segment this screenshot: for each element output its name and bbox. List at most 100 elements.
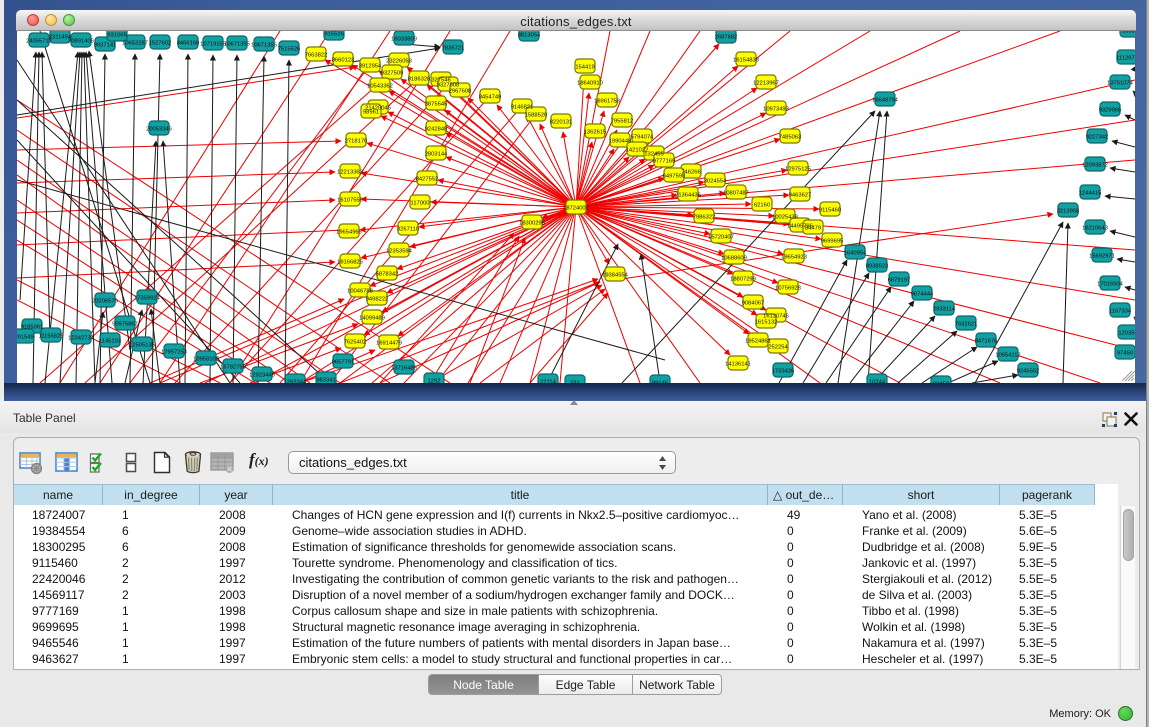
svg-text:1112973: 1112973 xyxy=(1116,56,1135,62)
svg-text:1990448: 1990448 xyxy=(609,139,632,145)
svg-text:3875645: 3875645 xyxy=(425,102,448,108)
svg-text:97450: 97450 xyxy=(1117,351,1133,357)
svg-text:6497598: 6497598 xyxy=(663,174,686,180)
svg-text:6879197: 6879197 xyxy=(888,278,911,284)
svg-text:7632621: 7632621 xyxy=(955,322,978,328)
svg-text:15692971: 15692971 xyxy=(1089,254,1115,260)
svg-text:12975125: 12975125 xyxy=(785,167,811,173)
svg-text:8660123: 8660123 xyxy=(332,58,355,64)
svg-text:1145193: 1145193 xyxy=(99,339,121,345)
svg-text:931065: 931065 xyxy=(107,33,126,39)
svg-text:12505135: 12505135 xyxy=(129,343,155,349)
svg-text:2718170: 2718170 xyxy=(345,139,368,145)
svg-text:90975867: 90975867 xyxy=(112,322,138,328)
svg-text:2967608: 2967608 xyxy=(449,89,472,95)
svg-text:1640954: 1640954 xyxy=(844,251,867,257)
svg-text:10719155: 10719155 xyxy=(200,42,226,48)
svg-text:11156829: 11156829 xyxy=(39,334,64,340)
svg-text:9699695: 9699695 xyxy=(821,239,844,245)
svg-text:84479: 84479 xyxy=(805,226,821,232)
svg-text:16107556: 16107556 xyxy=(337,198,363,204)
svg-text:10671355: 10671355 xyxy=(224,42,250,48)
svg-text:252254: 252254 xyxy=(768,345,788,351)
svg-text:3024554: 3024554 xyxy=(704,179,727,185)
svg-text:12342737: 12342737 xyxy=(68,336,94,342)
svg-text:1588520: 1588520 xyxy=(525,113,548,119)
svg-text:9146821: 9146821 xyxy=(511,105,534,111)
svg-text:3213958: 3213958 xyxy=(1057,209,1080,215)
svg-text:10958107: 10958107 xyxy=(193,357,219,363)
svg-text:14099489: 14099489 xyxy=(359,316,385,322)
svg-text:8220131: 8220131 xyxy=(550,120,573,126)
svg-text:10807487: 10807487 xyxy=(723,191,749,197)
svg-text:10756928: 10756928 xyxy=(775,286,801,292)
svg-text:20891406: 20891406 xyxy=(68,39,94,45)
svg-text:9227342: 9227342 xyxy=(1086,135,1109,141)
svg-text:9329966: 9329966 xyxy=(1099,108,1122,114)
svg-text:154419: 154419 xyxy=(575,65,594,71)
svg-text:9463627: 9463627 xyxy=(789,193,812,199)
svg-text:7986322: 7986322 xyxy=(693,215,716,221)
svg-text:9242848: 9242848 xyxy=(425,127,448,133)
svg-text:915526: 915526 xyxy=(324,32,343,38)
svg-text:9777169: 9777169 xyxy=(653,159,676,165)
svg-text:2311494: 2311494 xyxy=(49,35,72,41)
svg-text:12093872: 12093872 xyxy=(1082,163,1108,169)
svg-text:16687: 16687 xyxy=(1122,31,1135,35)
svg-text:20206576: 20206576 xyxy=(92,299,118,305)
svg-text:117000: 117000 xyxy=(411,201,430,207)
svg-text:19654965: 19654965 xyxy=(336,230,362,236)
svg-text:13751074: 13751074 xyxy=(1107,81,1134,87)
svg-text:16914479: 16914479 xyxy=(376,341,402,347)
svg-text:7515526: 7515526 xyxy=(278,47,301,53)
svg-text:62160: 62160 xyxy=(754,203,770,209)
svg-text:19524861: 19524861 xyxy=(745,339,771,345)
svg-text:7485063: 7485063 xyxy=(779,135,802,141)
svg-text:98961: 98961 xyxy=(363,110,379,116)
svg-text:1362615: 1362615 xyxy=(584,130,607,136)
svg-text:16782759: 16782759 xyxy=(220,365,246,371)
svg-text:12213363: 12213363 xyxy=(337,170,363,176)
svg-text:5878342: 5878342 xyxy=(376,272,399,278)
svg-text:10654112: 10654112 xyxy=(995,353,1020,359)
svg-text:8813054: 8813054 xyxy=(518,33,541,39)
svg-text:20053346: 20053346 xyxy=(146,127,172,133)
svg-text:391549: 391549 xyxy=(17,335,34,341)
svg-text:13716485: 13716485 xyxy=(391,366,417,372)
svg-text:9937141: 9937141 xyxy=(94,43,117,49)
svg-text:8466160: 8466160 xyxy=(177,41,200,47)
svg-text:16648794: 16648794 xyxy=(872,98,899,104)
svg-text:15720407: 15720407 xyxy=(708,235,734,241)
svg-text:5794074: 5794074 xyxy=(631,135,654,141)
svg-text:10973493: 10973493 xyxy=(763,107,789,113)
svg-text:10671355: 10671355 xyxy=(251,43,277,49)
svg-text:18640910: 18640910 xyxy=(577,81,603,87)
svg-text:16154838: 16154838 xyxy=(733,58,759,64)
svg-text:10025438: 10025438 xyxy=(772,215,798,221)
svg-text:23226058: 23226058 xyxy=(386,59,412,65)
svg-text:7663822: 7663822 xyxy=(305,53,328,59)
svg-text:9185061: 9185061 xyxy=(21,325,44,331)
svg-text:1527602: 1527602 xyxy=(149,41,172,47)
svg-text:17359924: 17359924 xyxy=(134,296,161,302)
svg-text:132455: 132455 xyxy=(644,152,663,158)
svg-text:3267110: 3267110 xyxy=(397,227,419,233)
svg-text:9498222: 9498222 xyxy=(366,297,389,303)
svg-text:7835721: 7835721 xyxy=(442,46,465,52)
svg-text:1167334: 1167334 xyxy=(1109,309,1132,315)
svg-text:1733426: 1733426 xyxy=(772,369,795,375)
svg-text:3912954: 3912954 xyxy=(359,64,382,70)
svg-text:9674444: 9674444 xyxy=(911,292,934,298)
svg-text:10046788: 10046788 xyxy=(347,289,373,295)
svg-text:18724007: 18724007 xyxy=(563,206,589,212)
svg-text:8454749: 8454749 xyxy=(479,95,502,101)
svg-text:19654923: 19654923 xyxy=(781,255,807,261)
svg-text:19384554: 19384554 xyxy=(602,273,629,279)
svg-text:17016504: 17016504 xyxy=(1097,282,1124,288)
svg-text:19166825: 19166825 xyxy=(337,260,363,266)
svg-text:8427552: 8427552 xyxy=(416,177,439,183)
svg-text:12353594: 12353594 xyxy=(386,249,413,255)
svg-text:7955812: 7955812 xyxy=(611,119,634,125)
svg-text:9327509: 9327509 xyxy=(381,71,404,77)
svg-text:9084067: 9084067 xyxy=(742,301,765,307)
